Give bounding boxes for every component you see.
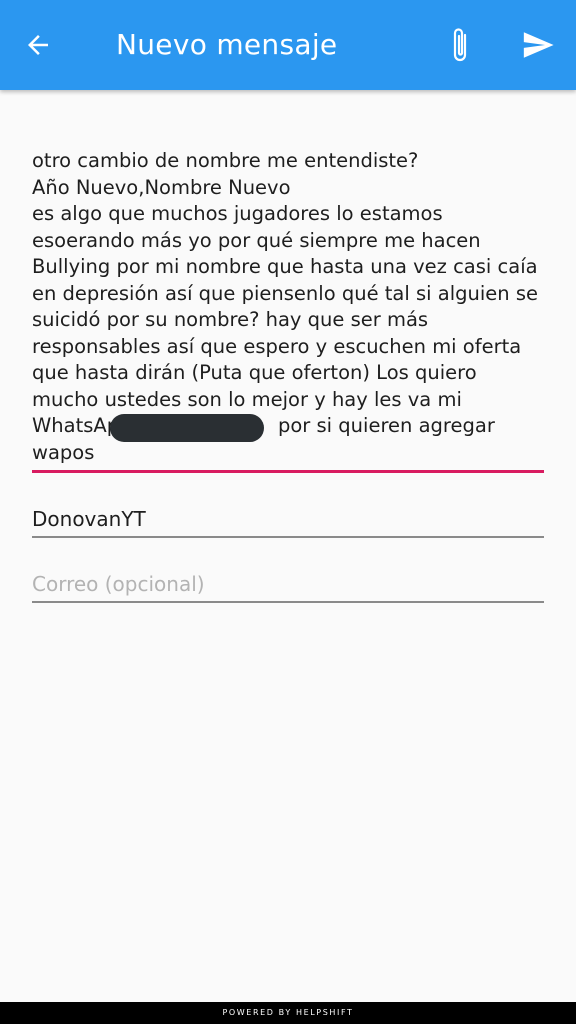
send-icon [523, 32, 554, 58]
page-title: Nuevo mensaje [116, 28, 338, 61]
name-field-underline [32, 536, 544, 538]
name-field[interactable]: DonovanYT [32, 505, 544, 533]
arrow-back-icon [28, 35, 48, 55]
email-field[interactable]: Correo (opcional) [32, 570, 544, 598]
email-field-underline [32, 601, 544, 603]
message-field-underline [32, 470, 544, 473]
redacted-phone-number [110, 414, 264, 442]
paperclip-icon [453, 28, 467, 62]
message-text: otro cambio de nombre me entendiste? Año… [32, 149, 538, 464]
send-button[interactable] [508, 0, 568, 90]
powered-by-footer: POWERED BY HELPSHIFT [0, 1002, 576, 1024]
app-bar: Nuevo mensaje [0, 0, 576, 90]
back-button[interactable] [10, 0, 66, 90]
attach-button[interactable] [436, 0, 484, 90]
message-field[interactable]: otro cambio de nombre me entendiste? Año… [32, 126, 544, 472]
